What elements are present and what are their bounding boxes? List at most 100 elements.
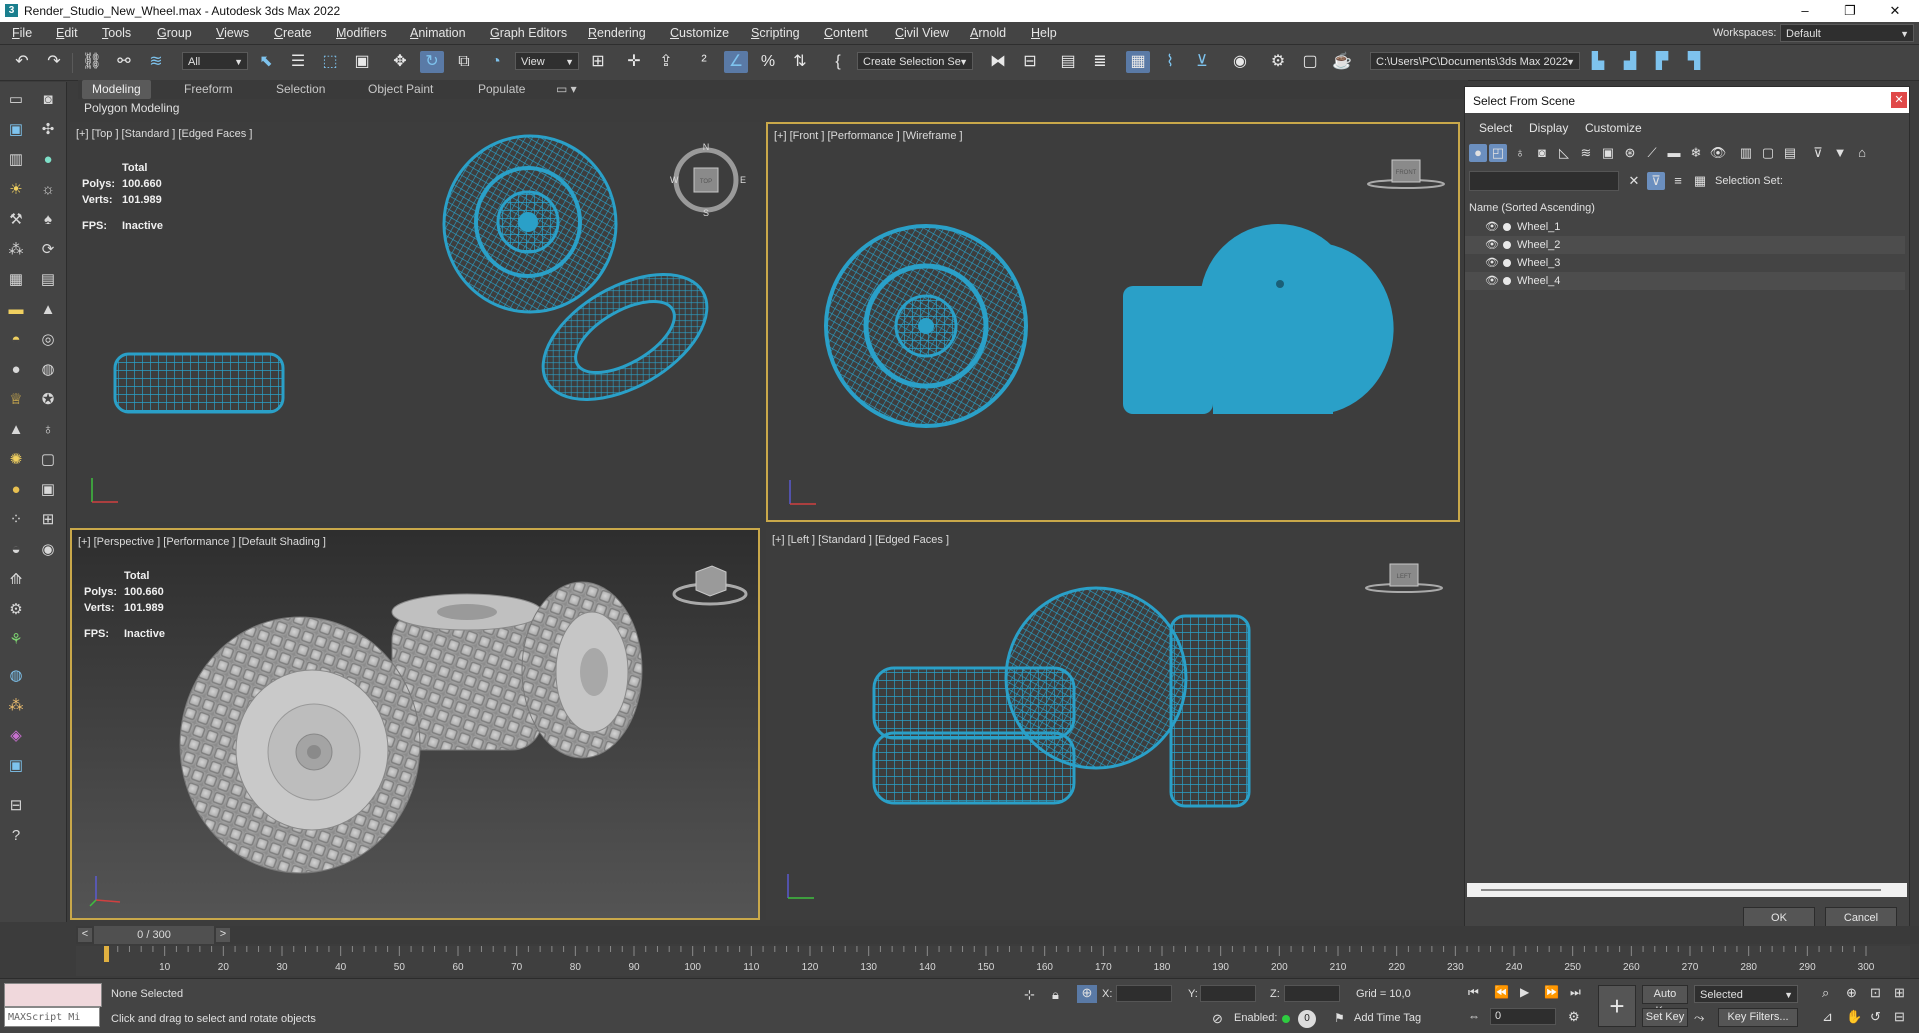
previous-key-icon[interactable]: ⏪ [1494,985,1509,999]
y-coordinate-field[interactable] [1200,985,1256,1002]
pan-icon[interactable]: ✋ [1846,1009,1862,1025]
scene-explorer-icon[interactable]: ▤ [1056,51,1080,73]
menu-customize[interactable]: Customize [670,26,729,40]
scrollbar-thumb[interactable] [1481,889,1881,891]
list-item[interactable]: 👁 Wheel_2 [1465,236,1905,254]
list-item[interactable]: 👁 Wheel_1 [1465,218,1905,236]
bulb-icon[interactable]: ♁ [36,418,60,442]
adaptive-degradation-icon[interactable]: ⊘ [1212,1011,1223,1027]
box-icon[interactable]: ▬ [4,298,28,322]
selection-filter-dropdown[interactable]: All ▼ [182,52,248,70]
ribbon-options-icon[interactable]: ▭ ▾ [556,82,577,96]
playhead-marker[interactable] [104,946,109,962]
menu-file[interactable]: File [12,26,32,40]
hemisphere-icon[interactable]: ◓ [4,328,28,352]
dialog-menu-display[interactable]: Display [1529,121,1568,135]
menu-content[interactable]: Content [824,26,868,40]
hierarchy-icon[interactable]: ⊟ [4,794,28,818]
create-panel-icon[interactable]: ▭ [4,88,28,112]
teapot-icon[interactable]: ◍ [36,358,60,382]
layers-icon[interactable]: ≡ [1669,172,1687,190]
project-folder-dropdown[interactable]: C:\Users\PC\Documents\3ds Max 2022 ▼ [1370,52,1580,70]
rotate-icon[interactable]: ↻ [420,51,444,73]
palette-icon[interactable]: ✪ [36,388,60,412]
maxscript-listener-output[interactable] [4,983,102,1007]
monitor-icon[interactable]: ▣ [4,754,28,778]
align-icon[interactable]: ⊟ [1018,51,1042,73]
eye-icon[interactable]: 👁 [1485,272,1499,290]
previous-frame-icon[interactable]: < [78,928,92,942]
edit-named-selection-icon[interactable]: { [826,51,850,73]
go-to-end-icon[interactable]: ⏭ [1570,985,1581,1000]
horizontal-scrollbar[interactable] [1467,883,1907,897]
color-palette-icon[interactable]: ⁂ [4,694,28,718]
utility-icon[interactable]: ⚒ [4,208,28,232]
geometry-filter-icon[interactable]: ● [1469,144,1487,162]
viewport-front[interactable]: [+] [Front ] [Performance ] [Wireframe ]… [766,122,1460,522]
menu-arnold[interactable]: Arnold [970,26,1006,40]
frozen-filter-icon[interactable]: ❄ [1687,144,1705,162]
time-tag-icon[interactable]: ⚑ [1334,1011,1345,1025]
curve-editor-icon[interactable]: ⌇ [1158,51,1182,73]
workspaces-dropdown[interactable]: Default ▼ [1780,24,1914,42]
spinner-snap-icon[interactable]: ⇅ [788,51,812,73]
menu-edit[interactable]: Edit [56,26,78,40]
list-item[interactable]: 👁 Wheel_3 [1465,254,1905,272]
tree-icon[interactable]: ♠ [36,208,60,232]
search-input[interactable] [1469,171,1619,191]
field-of-view-icon[interactable]: ⊿ [1822,1009,1833,1025]
menu-help[interactable]: Help [1031,26,1057,40]
grid-icon[interactable]: ▦ [4,268,28,292]
hidden-filter-icon[interactable]: 👁 [1709,144,1727,162]
grass-icon[interactable]: ⚘ [4,628,28,652]
render-production-icon[interactable]: ☕ [1330,51,1354,73]
zoom-all-icon[interactable]: ⊕ [1846,985,1857,1001]
time-slider[interactable]: < 0 / 300 > [76,926,1919,944]
tab-populate[interactable]: Populate [478,82,525,96]
display-all-icon[interactable]: ▥ [1737,144,1755,162]
timeline-track[interactable]: 10 20 30 40 50 60 70 80 90 100 110 120 130 140 150 160 1… [76,946,1910,976]
scatter-icon[interactable]: ⁘ [4,508,28,532]
shell-icon[interactable]: ◒ [4,538,28,562]
zoom-extents-all-icon[interactable]: ⊞ [1894,985,1905,1001]
close-icon[interactable]: ✕ [1891,92,1907,108]
invert-display-icon[interactable]: ▤ [1781,144,1799,162]
eye-icon[interactable]: 👁 [1485,218,1499,236]
named-selection-dropdown[interactable]: Create Selection Se ▼ [857,52,973,70]
material-icon[interactable]: ◈ [4,724,28,748]
frame-icon[interactable]: ▢ [36,448,60,472]
sync-icon[interactable]: ⌂ [1853,144,1871,162]
bones-filter-icon[interactable]: ⟋ [1643,144,1661,162]
menu-graph-editors[interactable]: Graph Editors [490,26,567,40]
list-column-header[interactable]: Name (Sorted Ascending) [1469,202,1595,214]
sphere-icon[interactable]: ● [4,358,28,382]
tab-object-paint[interactable]: Object Paint [368,82,433,96]
redo-icon[interactable]: ↷ [42,51,66,73]
select-object-icon[interactable]: ⬉ [254,51,278,73]
scale-icon[interactable]: ⧉ [452,51,476,73]
move-icon[interactable]: ✥ [388,51,412,73]
sun-icon[interactable]: ☀ [4,178,28,202]
groups-filter-icon[interactable]: ▣ [1599,144,1617,162]
tab-selection[interactable]: Selection [276,82,325,96]
reference-coordinate-dropdown[interactable]: View ▼ [515,52,579,70]
orbit-icon[interactable]: ↺ [1870,1009,1881,1025]
filter-icon[interactable]: ▼ [1831,144,1849,162]
percent-snap-icon[interactable]: % [756,51,780,73]
current-frame-field[interactable]: 0 [1490,1008,1556,1025]
menu-rendering[interactable]: Rendering [588,26,646,40]
dialog-menu-customize[interactable]: Customize [1585,121,1642,135]
play-icon[interactable]: ▶ [1520,985,1529,999]
shapes-filter-icon[interactable]: ◰ [1489,144,1507,162]
material-editor-icon[interactable]: ◉ [1228,51,1252,73]
menu-group[interactable]: Group [157,26,192,40]
cameras-filter-icon[interactable]: ◙ [1533,144,1551,162]
dialog-menu-select[interactable]: Select [1479,121,1512,135]
containers-filter-icon[interactable]: ▬ [1665,144,1683,162]
zoom-extents-icon[interactable]: ⊡ [1870,985,1881,1001]
geometry-icon[interactable]: ▣ [4,118,28,142]
tab-modeling[interactable]: Modeling [82,80,151,99]
menu-views[interactable]: Views [216,26,249,40]
link-icon[interactable]: ⛓ [80,51,104,73]
cone-icon[interactable]: ▲ [36,298,60,322]
